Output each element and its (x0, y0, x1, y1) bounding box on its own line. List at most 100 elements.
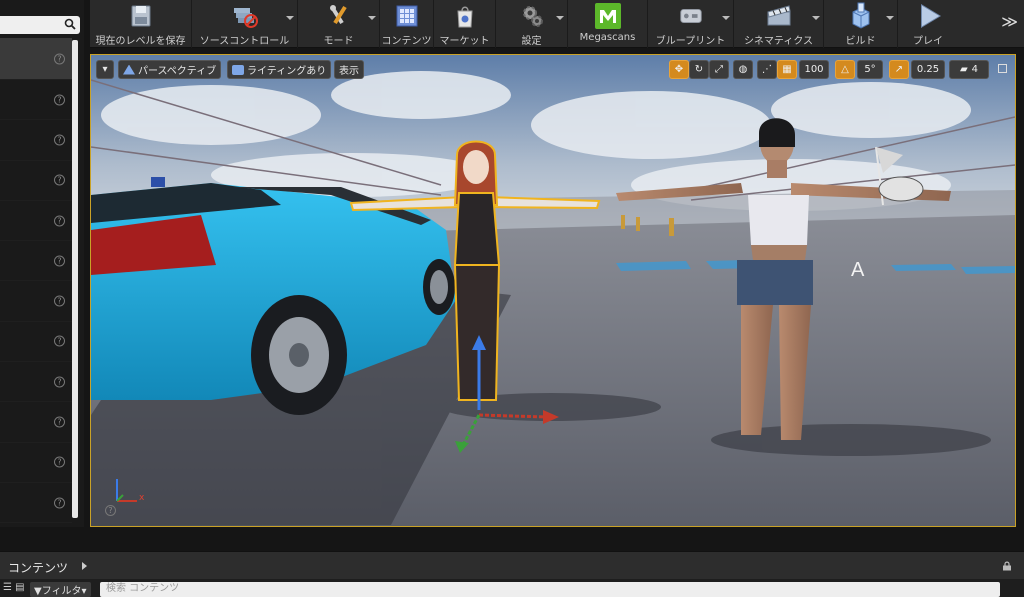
chevron-down-icon[interactable] (556, 16, 564, 20)
left-panel-row[interactable]: ? (0, 322, 72, 363)
settings-label: 設定 (521, 36, 542, 47)
scale-icon: ⤢ (715, 64, 723, 75)
globe-icon: ◍ (738, 64, 748, 75)
surface-snap-icon: ⋰ (762, 64, 772, 75)
modes-button[interactable]: モード (298, 0, 380, 48)
cinematics-button[interactable]: シネマティクス (734, 0, 824, 48)
help-icon[interactable]: ? (54, 295, 65, 307)
grid-icon: ▦ (782, 64, 792, 75)
rotation-snap-toggle[interactable]: △ (835, 60, 855, 79)
help-icon[interactable]: ? (54, 215, 65, 227)
content-search-input[interactable]: 検索 コンテンツ (100, 582, 1000, 597)
camera-speed-button[interactable]: ▰ 4 (949, 60, 989, 79)
help-icon[interactable]: ? (54, 416, 65, 428)
help-icon[interactable]: ? (54, 255, 65, 267)
chevron-down-icon[interactable] (722, 16, 730, 20)
chevron-down-icon[interactable] (886, 16, 894, 20)
left-panel-row[interactable]: ? (0, 443, 72, 483)
scale-snap-value-label: 0.25 (916, 64, 940, 75)
toolbar-overflow-button[interactable]: ≫ (1001, 12, 1018, 31)
source-control-button[interactable]: ソースコントロール (192, 0, 298, 48)
cinematics-icon (765, 2, 793, 30)
left-panel-row[interactable]: ? (0, 362, 72, 403)
modes-label: モード (323, 36, 354, 47)
show-flags-button[interactable]: 表示 (334, 60, 364, 79)
camera-icon: ▰ (959, 64, 968, 75)
surface-snap-button[interactable]: ⋰ (757, 60, 777, 79)
left-panel-row[interactable]: ? (0, 402, 72, 443)
save-icon (127, 2, 155, 30)
left-panel-row[interactable]: ? (0, 241, 72, 282)
save-level-button[interactable]: 現在のレベルを保存 (90, 0, 192, 48)
main-toolbar: 現在のレベルを保存 ソースコントロール モード コンテンツ マーケット 設定 M… (90, 0, 1024, 48)
blueprints-button[interactable]: ブループリント (648, 0, 734, 48)
unreal-editor-window: ???????????? 現在のレベルを保存 ソースコントロール モード コンテ… (0, 0, 1024, 597)
left-panel-row[interactable]: ? (0, 161, 72, 201)
megascans-button[interactable]: Megascans (568, 0, 648, 48)
chevron-down-icon[interactable] (368, 16, 376, 20)
perspective-button[interactable]: パースペクティブ (118, 60, 222, 79)
help-icon[interactable]: ? (54, 174, 65, 186)
grid-snap-value[interactable]: 100 (799, 60, 829, 79)
lighting-mode-button[interactable]: ライティングあり (227, 60, 332, 79)
angle-icon: △ (841, 64, 849, 75)
scale-snap-toggle[interactable]: ↗ (889, 60, 909, 79)
grid-snap-toggle[interactable]: ▦ (777, 60, 797, 79)
marketplace-icon (451, 2, 479, 30)
axis-x-label: x (139, 493, 145, 503)
chevron-down-icon[interactable] (812, 16, 820, 20)
move-arrows-icon: ✥ (674, 64, 684, 75)
level-viewport[interactable]: A x ? ▾ パースペクティブ ライティングあり 表示 ✥ ↻ ⤢ ◍ ⋰ ▦… (90, 54, 1016, 527)
build-button[interactable]: ビルド (824, 0, 898, 48)
world-local-toggle[interactable]: ◍ (733, 60, 753, 79)
chevron-down-icon[interactable] (286, 16, 294, 20)
perspective-icon (123, 64, 135, 75)
scale-snap-value[interactable]: 0.25 (911, 60, 945, 79)
settings-button[interactable]: 設定 (496, 0, 568, 48)
filter-dropdown[interactable]: ▼フィルタ▾ (30, 582, 91, 597)
help-icon[interactable]: ? (54, 376, 65, 388)
help-icon[interactable]: ? (54, 53, 65, 64)
content-browser-header: コンテンツ (0, 551, 1024, 579)
help-icon[interactable]: ? (105, 505, 116, 516)
content-browser-toolbar: ☰ ▤ ▼フィルタ▾ 検索 コンテンツ (0, 579, 1024, 597)
left-panel-row[interactable]: ? (0, 281, 72, 322)
left-panel-search-input[interactable] (0, 16, 80, 34)
marketplace-button[interactable]: マーケット (434, 0, 496, 48)
rotation-snap-value[interactable]: 5° (857, 60, 883, 79)
save-level-label: 現在のレベルを保存 (95, 36, 186, 47)
help-icon[interactable]: ? (54, 335, 65, 347)
blueprint-icon (677, 2, 705, 30)
content-browser-tab[interactable]: コンテンツ (8, 559, 68, 576)
left-panel-row[interactable]: ? (0, 201, 72, 242)
play-button[interactable]: プレイ (898, 0, 958, 48)
content-button[interactable]: コンテンツ (380, 0, 434, 48)
chevron-down-icon: ▾ (102, 64, 108, 75)
camera-speed-label: 4 (971, 64, 979, 75)
viewport-options-button[interactable]: ▾ (96, 60, 114, 79)
maximize-viewport-button[interactable] (998, 64, 1007, 73)
rotate-tool-button[interactable]: ↻ (689, 60, 709, 79)
left-panel-row-list: ???????????? (0, 38, 72, 524)
play-icon (914, 2, 942, 30)
lock-icon[interactable] (1002, 561, 1012, 571)
translate-tool-button[interactable]: ✥ (669, 60, 689, 79)
help-icon[interactable]: ? (54, 497, 65, 509)
sources-panel-icon[interactable]: ☰ ▤ (3, 582, 25, 593)
play-label: プレイ (913, 36, 943, 47)
grid-snap-value-label: 100 (804, 64, 824, 75)
chevron-right-icon[interactable] (82, 562, 87, 570)
scale-tool-button[interactable]: ⤢ (709, 60, 729, 79)
help-icon[interactable]: ? (54, 456, 65, 468)
lit-cube-icon (232, 64, 244, 75)
help-icon[interactable]: ? (54, 94, 65, 106)
build-icon (847, 2, 875, 30)
help-icon[interactable]: ? (54, 134, 65, 146)
perspective-label: パースペクティブ (138, 66, 217, 77)
left-panel-row[interactable]: ? (0, 80, 72, 121)
left-panel-row[interactable]: ? (0, 483, 72, 524)
blueprints-label: ブループリント (655, 36, 726, 47)
left-panel-scrollbar[interactable] (72, 40, 78, 518)
left-panel-row[interactable]: ? (0, 38, 72, 80)
left-panel-row[interactable]: ? (0, 120, 72, 161)
